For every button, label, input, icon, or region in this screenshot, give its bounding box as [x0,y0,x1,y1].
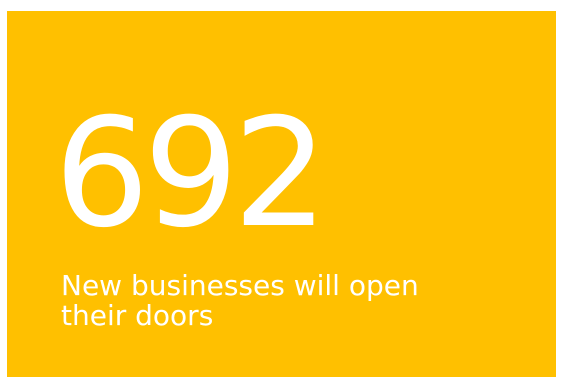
caption-line-1: New businesses will open [61,269,419,302]
stat-number: 692 [54,87,328,261]
stat-caption: New businesses will open their doors [61,271,531,331]
stat-card: 692 New businesses will open their doors [7,11,556,377]
caption-line-2: their doors [61,299,214,332]
